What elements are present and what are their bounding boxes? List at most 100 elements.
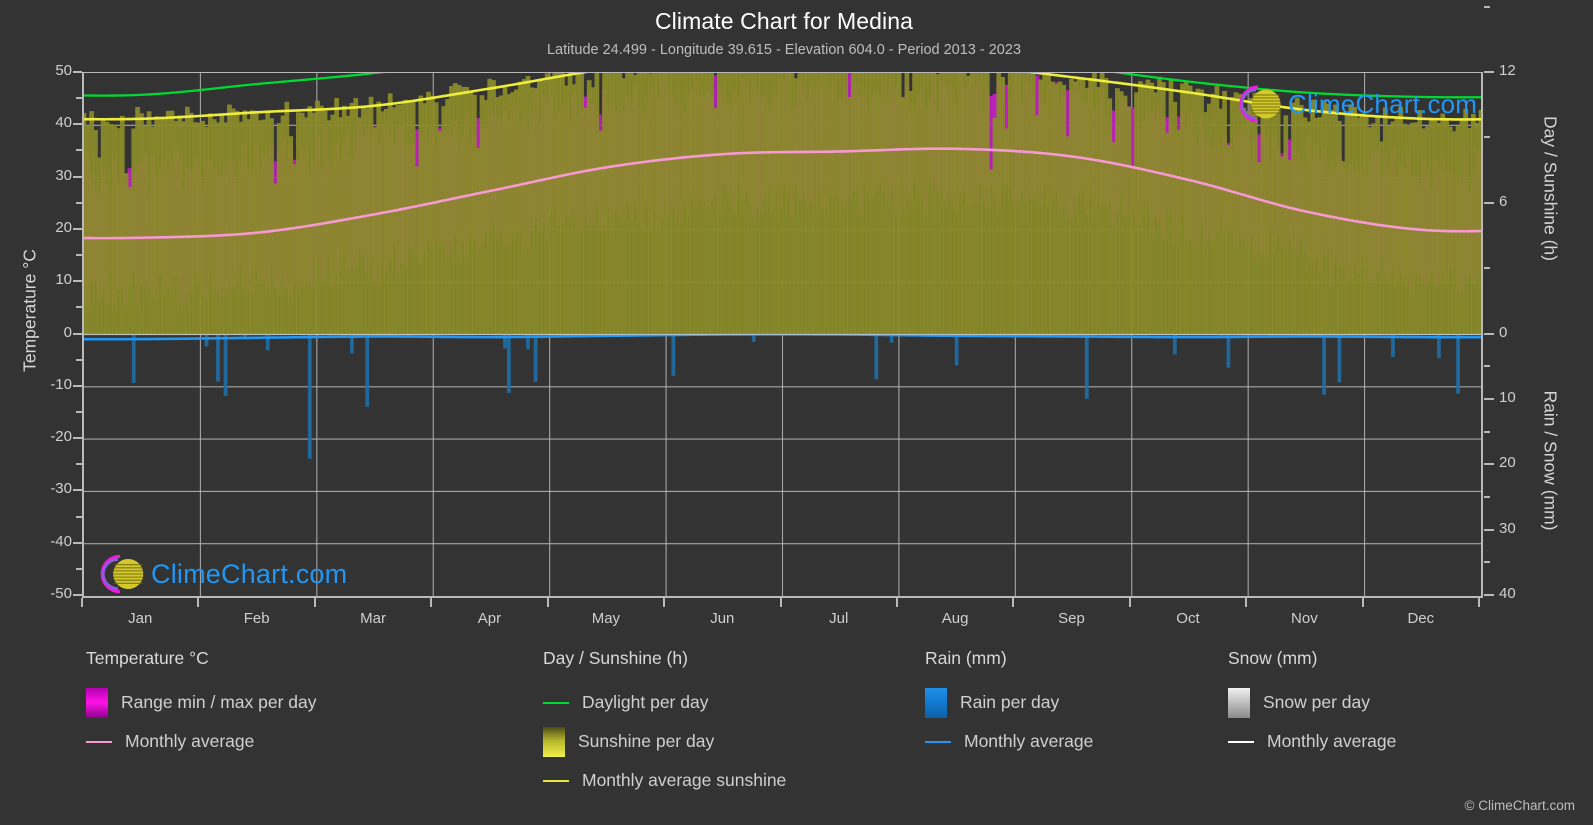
- y-tick-mark-minor: [76, 149, 82, 152]
- legend-item[interactable]: Snow per day: [1228, 683, 1396, 722]
- y-tick-mark-rain-snow: [1484, 594, 1494, 596]
- y-tick-mark-minor: [1484, 495, 1490, 498]
- legend-item[interactable]: Monthly average: [86, 722, 317, 761]
- x-tick-label-month: Jul: [829, 610, 849, 627]
- y-tick-mark-minor: [1484, 365, 1490, 368]
- page-title: Climate Chart for Medina: [654, 8, 914, 34]
- y-tick-mark-day-sunshine: [1484, 332, 1494, 335]
- y-tick-mark-temperature: [73, 332, 82, 335]
- legend-column-snow: Snow (mm) Snow per day Monthly average: [1228, 648, 1396, 761]
- y-axis-title-temperature: Temperature °C: [19, 249, 40, 372]
- y-tick-mark-rain-snow: [1484, 463, 1494, 466]
- y-tick-mark-minor: [76, 515, 82, 518]
- y-tick-label-temperature: 40: [55, 114, 72, 132]
- legend-item-label: Snow per day: [1263, 692, 1371, 712]
- x-tick-mark: [81, 598, 83, 607]
- legend-swatch: [543, 726, 565, 757]
- x-tick-mark: [430, 598, 433, 607]
- climate-chart-page: Climate Chart for Medina Latitude 24.499…: [0, 0, 1593, 825]
- x-tick-label-month: Mar: [360, 610, 386, 627]
- y-tick-mark-minor: [76, 567, 82, 570]
- legend-swatch: [925, 687, 947, 718]
- climechart-logo-icon: [100, 554, 144, 594]
- legend-heading: Rain (mm): [925, 648, 1007, 668]
- legend-item[interactable]: Daylight per day: [543, 683, 786, 722]
- x-tick-label-month: Dec: [1407, 610, 1435, 627]
- y-tick-mark-temperature: [73, 541, 82, 544]
- x-tick-mark: [546, 598, 549, 607]
- legend-line-marker: [543, 779, 569, 782]
- x-tick-label-month: May: [591, 610, 621, 627]
- plot-area: [82, 72, 1483, 598]
- legend-heading: Temperature °C: [86, 648, 209, 668]
- y-tick-mark-rain-snow: [1484, 528, 1494, 531]
- x-tick-label-month: Jan: [128, 610, 153, 627]
- y-tick-mark-minor: [1484, 267, 1490, 270]
- y-tick-mark-minor: [76, 358, 82, 361]
- legend-item-label: Daylight per day: [582, 692, 709, 712]
- legend-line-marker: [543, 701, 569, 704]
- x-tick-mark: [663, 598, 666, 607]
- y-tick-mark-minor: [76, 201, 82, 204]
- legend-column-temperature: Temperature °C Range min / max per day Mon…: [86, 648, 317, 761]
- y-tick-mark-minor: [76, 254, 82, 257]
- legend-item-label: Monthly average sunshine: [582, 770, 787, 790]
- chart-legend: Temperature °C Range min / max per day Mon…: [0, 648, 1593, 825]
- legend-line-marker: [86, 740, 112, 743]
- y-tick-mark-day-sunshine: [1484, 201, 1494, 204]
- y-tick-mark-minor: [1484, 430, 1490, 433]
- watermark-logo-bottom: ClimeChart.com: [93, 549, 347, 599]
- x-tick-label-month: Apr: [477, 610, 502, 627]
- y-tick-mark-temperature: [73, 280, 82, 283]
- x-tick-mark: [779, 598, 782, 607]
- y-tick-mark-temperature: [73, 175, 82, 178]
- y-tick-mark-minor: [76, 97, 82, 100]
- y-tick-mark-rain-snow: [1484, 397, 1494, 400]
- x-tick-mark: [895, 598, 898, 607]
- y-tick-mark-temperature: [73, 71, 82, 73]
- legend-swatch: [1228, 687, 1250, 718]
- y-tick-mark-temperature: [73, 227, 82, 230]
- x-tick-mark: [1012, 598, 1015, 607]
- x-tick-label-month: Oct: [1176, 610, 1200, 627]
- watermark-logo-top: ClimeChart.com: [1232, 80, 1477, 128]
- logo-text: ClimeChart.com: [151, 558, 348, 589]
- rain-daily-bars: [131, 334, 1460, 459]
- x-tick-label-month: Aug: [941, 610, 969, 627]
- x-tick-mark: [1245, 598, 1248, 607]
- legend-item[interactable]: Monthly average: [925, 722, 1093, 761]
- x-tick-mark: [197, 598, 200, 607]
- y-tick-mark-day-sunshine: [1484, 71, 1494, 73]
- legend-item[interactable]: Rain per day: [925, 683, 1093, 722]
- copyright-text: © ClimeChart.com: [1464, 798, 1575, 813]
- y-axis-title-day-sunshine: Day / Sunshine (h): [1540, 116, 1561, 261]
- legend-item[interactable]: Sunshine per day: [543, 722, 786, 761]
- y-tick-label-temperature: -50: [50, 585, 72, 602]
- y-tick-label-temperature: -40: [50, 532, 72, 550]
- y-tick-mark-temperature: [73, 437, 82, 440]
- y-axis-title-rain-snow: Rain / Snow (mm): [1540, 390, 1561, 531]
- y-tick-mark-temperature: [73, 123, 82, 126]
- y-tick-mark-temperature: [73, 594, 82, 596]
- legend-column-day-sunshine: Day / Sunshine (h) Daylight per day Sunshi…: [543, 648, 786, 800]
- y-tick-mark-temperature: [73, 489, 82, 492]
- x-tick-mark: [1478, 598, 1480, 607]
- y-tick-mark-temperature: [73, 384, 82, 387]
- legend-item-label: Range min / max per day: [121, 692, 317, 712]
- legend-line-marker: [1228, 740, 1254, 743]
- legend-item-label: Monthly average: [125, 731, 255, 751]
- legend-item[interactable]: Range min / max per day: [86, 683, 317, 722]
- y-tick-label-temperature: -30: [50, 480, 72, 498]
- legend-item-label: Sunshine per day: [578, 731, 715, 751]
- x-tick-label-month: Sep: [1058, 610, 1085, 627]
- logo-text: ClimeChart.com: [1288, 88, 1478, 119]
- legend-item[interactable]: Monthly average: [1228, 722, 1396, 761]
- legend-swatch: [86, 687, 108, 718]
- y-tick-mark-minor: [76, 306, 82, 309]
- legend-item-label: Rain per day: [960, 692, 1060, 712]
- page-subtitle: Latitude 24.499 - Longitude 39.615 - Ele…: [546, 42, 1022, 58]
- x-tick-mark: [313, 598, 316, 607]
- legend-item[interactable]: Monthly average sunshine: [543, 761, 786, 800]
- x-tick-label-month: Jun: [710, 610, 735, 627]
- legend-heading: Snow (mm): [1228, 648, 1318, 668]
